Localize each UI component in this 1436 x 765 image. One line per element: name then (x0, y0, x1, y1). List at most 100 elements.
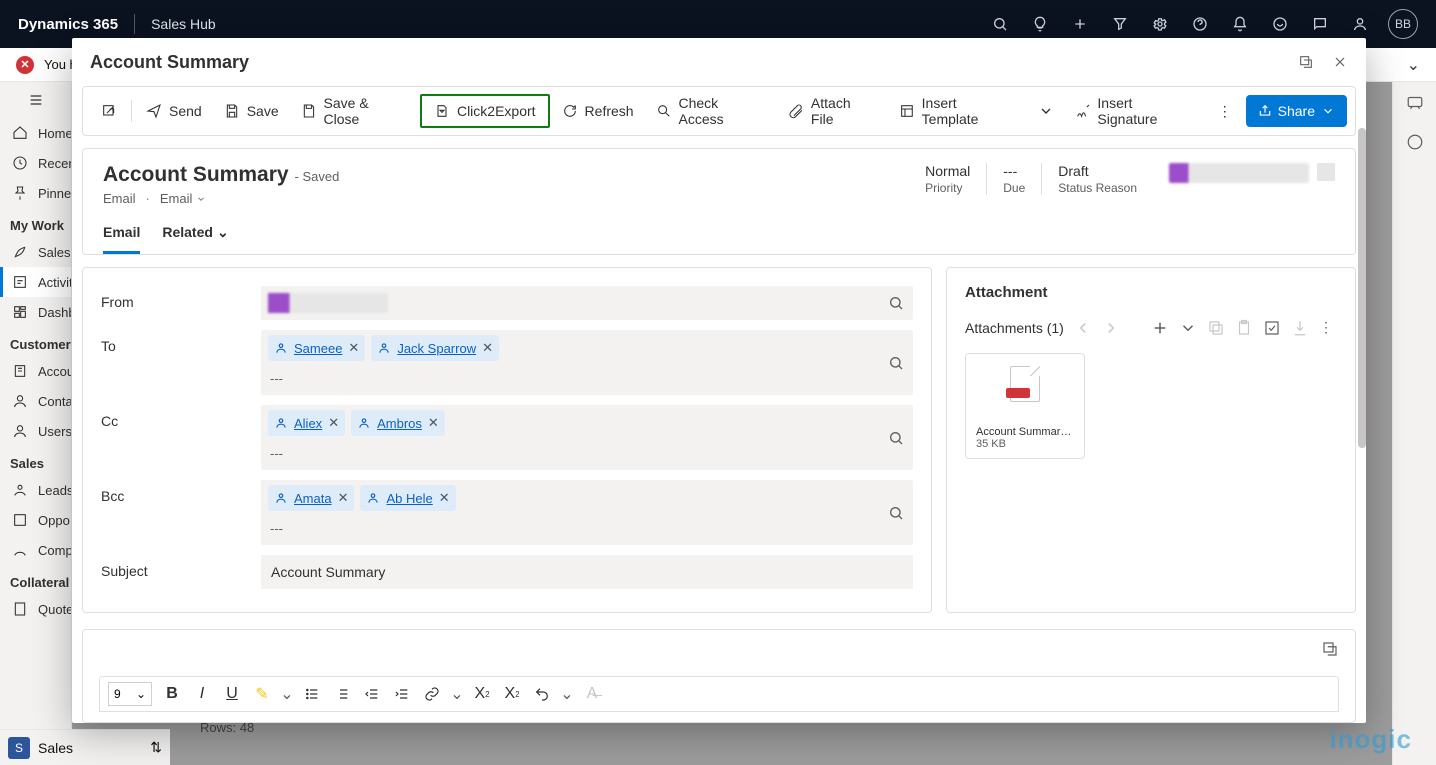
record-title: Account Summary - Saved (103, 163, 339, 187)
cc-field[interactable]: Aliex✕ Ambros✕ --- (261, 405, 913, 470)
outdent-button[interactable] (362, 684, 382, 704)
refresh-button[interactable]: Refresh (552, 94, 644, 128)
paste-icon (1235, 319, 1253, 337)
search-icon[interactable] (888, 295, 904, 311)
more-icon[interactable]: ⋮ (1319, 319, 1337, 337)
teams-icon[interactable] (1393, 122, 1436, 162)
indent-button[interactable] (392, 684, 412, 704)
nav-sales-accel[interactable]: Sales (0, 237, 71, 267)
select-all-icon[interactable] (1263, 319, 1281, 337)
insert-template-button[interactable]: Insert Template (889, 94, 1027, 128)
recipient-chip: Jack Sparrow✕ (371, 335, 499, 361)
cc-label: Cc (101, 405, 251, 429)
recipient-chip: Ambros✕ (351, 410, 445, 436)
copilot-icon[interactable] (1393, 82, 1436, 122)
remove-icon[interactable]: ✕ (482, 340, 493, 356)
hamburger-icon[interactable] (0, 82, 71, 118)
nav-competitors[interactable]: Comp (0, 535, 71, 565)
expand-editor-icon[interactable] (1321, 640, 1339, 658)
bcc-field[interactable]: Amata✕ Ab Hele✕ --- (261, 480, 913, 545)
nav-activities[interactable]: Activit (0, 267, 71, 297)
save-and-close-button[interactable]: Save & Close (291, 94, 418, 128)
template-dropdown[interactable] (1029, 94, 1063, 128)
popout-icon[interactable] (1298, 54, 1314, 70)
remove-icon[interactable]: ✕ (439, 490, 450, 506)
undo-button[interactable] (532, 684, 552, 704)
to-field[interactable]: Sameee✕ Jack Sparrow✕ --- (261, 330, 913, 395)
add-dropdown-icon[interactable] (1179, 319, 1197, 337)
search-icon[interactable] (888, 505, 904, 521)
attach-file-button[interactable]: Attach File (778, 94, 887, 128)
nav-group-sales: Sales (0, 446, 71, 475)
more-commands[interactable]: ⋮ (1208, 94, 1242, 128)
nav-home[interactable]: Home (0, 118, 71, 148)
tab-email[interactable]: Email (103, 224, 140, 254)
nav-group-customers: Customers (0, 327, 71, 356)
area-switcher[interactable]: S Sales ⇅ (0, 729, 170, 765)
search-icon[interactable] (888, 430, 904, 446)
underline-button[interactable]: U (222, 684, 242, 704)
insert-signature-button[interactable]: Insert Signature (1065, 94, 1206, 128)
nav-contacts[interactable]: Conta (0, 386, 71, 416)
font-size-selector[interactable]: 9⌄ (108, 682, 152, 706)
download-icon (1291, 319, 1309, 337)
remove-icon[interactable]: ✕ (348, 340, 359, 356)
nav-accounts[interactable]: Accou (0, 356, 71, 386)
share-button[interactable]: Share (1246, 95, 1347, 127)
click2export-button[interactable]: Click2Export (420, 94, 550, 128)
highlight-dropdown[interactable]: ⌄ (282, 684, 292, 704)
editor-card: 9⌄ B I U ✎ ⌄ ⌄ X2 X2 ⌄ A̶ (82, 629, 1356, 723)
send-button[interactable]: Send (136, 94, 212, 128)
status-reason-field[interactable]: DraftStatus Reason (1041, 163, 1153, 195)
add-attachment-icon[interactable] (1151, 319, 1169, 337)
attachment-card: Attachment Attachments (1) ⋮ Account Sum… (946, 267, 1356, 613)
due-field[interactable]: ---Due (986, 163, 1041, 195)
nav-opportunities[interactable]: Oppo (0, 505, 71, 535)
nav-leads[interactable]: Leads (0, 475, 71, 505)
search-icon[interactable] (888, 355, 904, 371)
bold-button[interactable]: B (162, 684, 182, 704)
check-access-button[interactable]: Check Access (646, 94, 776, 128)
tab-related[interactable]: Related⌄ (162, 224, 228, 254)
record-header: Account Summary - Saved Email · Email No… (82, 148, 1356, 255)
nav-users[interactable]: Users (0, 416, 71, 446)
attachment-name: Account Summary.pdf (976, 426, 1074, 438)
numbering-button[interactable] (332, 684, 352, 704)
bullets-button[interactable] (302, 684, 322, 704)
nav-pinned[interactable]: Pinne (0, 178, 71, 208)
attachment-size: 35 KB (976, 438, 1074, 450)
pdf-icon (1010, 366, 1040, 402)
nav-quotes[interactable]: Quote (0, 594, 71, 624)
from-field[interactable] (261, 286, 913, 320)
brand-separator (134, 14, 135, 34)
expand-icon[interactable]: ⇅ (150, 739, 162, 756)
email-form-card: From To Sameee✕ Jack Sparrow✕ (82, 267, 932, 613)
open-record-button[interactable] (91, 94, 127, 128)
recipient-chip: Amata✕ (268, 485, 354, 511)
nav-dashboards[interactable]: Dashb (0, 297, 71, 327)
subject-input[interactable] (261, 555, 913, 589)
chevron-down-icon[interactable]: ⌄ (1407, 55, 1420, 75)
from-redacted (268, 293, 388, 313)
nav-recent[interactable]: Recen (0, 148, 71, 178)
italic-button[interactable]: I (192, 684, 212, 704)
highlight-button[interactable]: ✎ (252, 684, 272, 704)
modal-header: Account Summary (72, 38, 1366, 86)
subject-label: Subject (101, 555, 251, 579)
remove-icon[interactable]: ✕ (428, 415, 439, 431)
link-button[interactable] (422, 684, 442, 704)
priority-field[interactable]: NormalPriority (909, 163, 986, 195)
save-button[interactable]: Save (214, 94, 289, 128)
remove-icon[interactable]: ✕ (328, 415, 339, 431)
bcc-label: Bcc (101, 480, 251, 504)
subscript-button[interactable]: X2 (502, 684, 522, 704)
undo-dropdown[interactable]: ⌄ (562, 684, 572, 704)
avatar[interactable]: BB (1388, 9, 1418, 39)
superscript-button[interactable]: X2 (472, 684, 492, 704)
clear-format-button[interactable]: A̶ (582, 684, 602, 704)
close-icon[interactable] (1332, 54, 1348, 70)
form-selector[interactable]: Email (160, 191, 207, 206)
remove-icon[interactable]: ✕ (338, 490, 349, 506)
link-dropdown[interactable]: ⌄ (452, 684, 462, 704)
attachment-tile[interactable]: Account Summary.pdf 35 KB (965, 353, 1085, 459)
